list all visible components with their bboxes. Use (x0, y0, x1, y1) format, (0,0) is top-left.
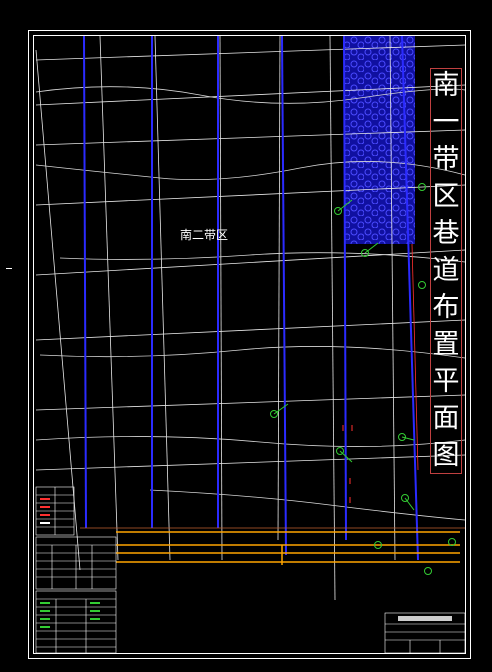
data-table-upper (35, 536, 117, 590)
title-block-header (398, 616, 452, 621)
area-label: 南二带区 (180, 228, 229, 242)
title-char: 平 (432, 366, 460, 397)
title-char: 布 (432, 292, 460, 323)
title-char: 道 (432, 255, 460, 286)
red-ticks (342, 425, 353, 503)
title-char: 一 (432, 107, 460, 138)
drawing-title: 南一带区巷道布置平面图 (430, 68, 462, 474)
cad-drawing-canvas (28, 30, 471, 659)
title-char: 面 (432, 403, 460, 434)
legend-table (35, 486, 75, 536)
title-char: 图 (432, 440, 460, 471)
title-char: 南 (432, 70, 460, 101)
data-table-lower (35, 590, 117, 654)
side-tick (6, 268, 12, 269)
title-char: 带 (432, 144, 460, 175)
title-char: 区 (432, 181, 460, 212)
title-char: 置 (432, 329, 460, 360)
title-char: 巷 (432, 218, 460, 249)
main-roadways (116, 531, 460, 565)
